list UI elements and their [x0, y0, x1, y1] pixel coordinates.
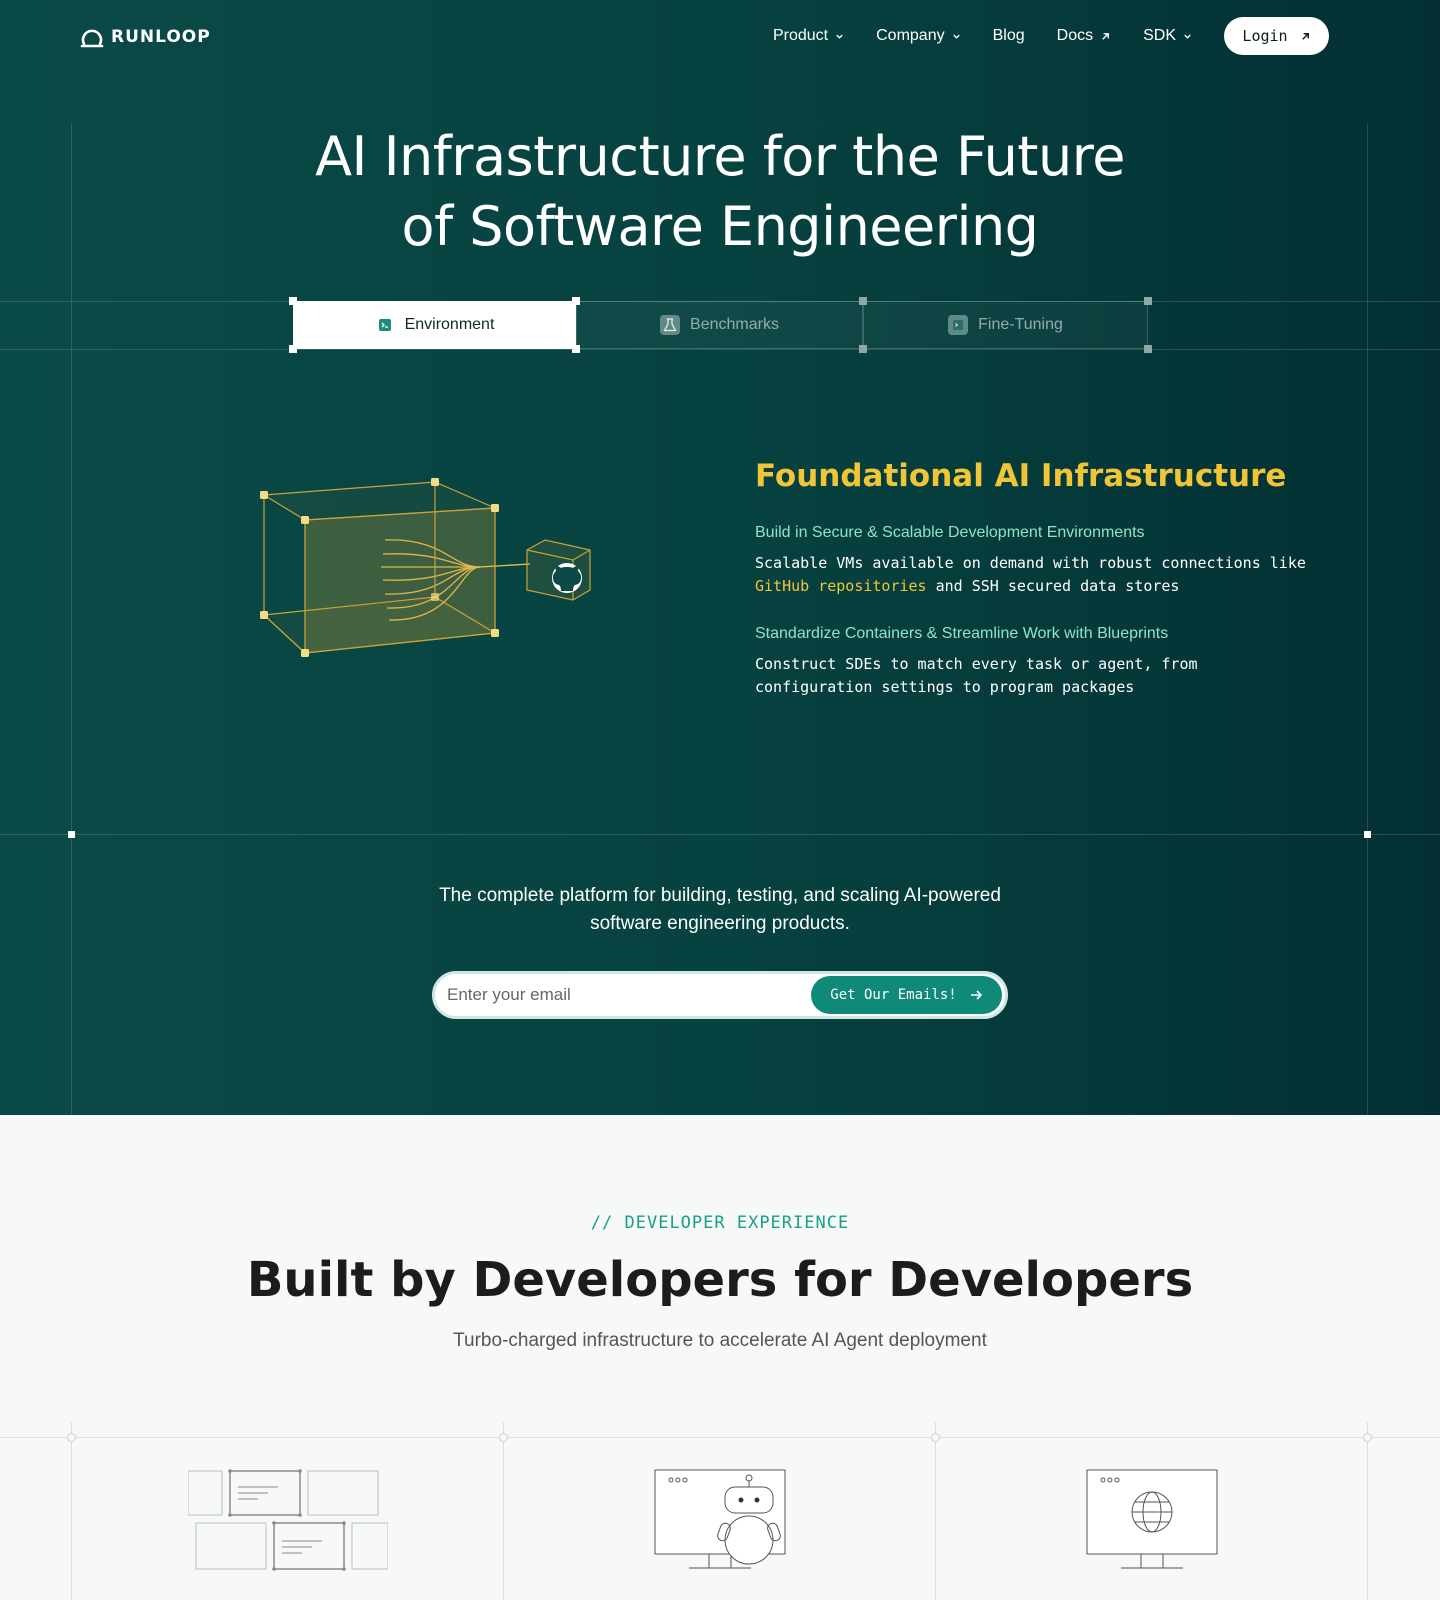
feature-subtitle: Build in Secure & Scalable Development E… [755, 524, 1145, 541]
nav-docs-label: Docs [1056, 27, 1094, 44]
login-label: Login [1242, 27, 1288, 45]
tab-environment[interactable]: Environment [293, 301, 576, 349]
card-grid-line [503, 1422, 504, 1600]
chevron-down-icon [1184, 34, 1191, 39]
feature-body-line: Scalable VMs available on demand with ro… [755, 554, 1306, 572]
grid-node [67, 1433, 76, 1442]
chevron-down-icon [836, 34, 843, 39]
login-button[interactable]: Login [1224, 17, 1329, 55]
arrow-right-icon [970, 990, 982, 1000]
grid-line [1367, 124, 1368, 1115]
section-subtitle: Turbo-charged infrastructure to accelera… [453, 1330, 987, 1351]
github-icon [526, 539, 591, 601]
card-grid-line [71, 1422, 72, 1600]
tab-handle [1144, 345, 1152, 353]
external-arrow-icon [1102, 32, 1110, 40]
feature-body-line: Construct SDEs to match every task or ag… [755, 655, 1198, 673]
tagline-line2: software engineering products. [590, 913, 850, 934]
card-grid-line [0, 1437, 1440, 1438]
runloop-logo-icon [80, 29, 104, 48]
nav-sdk[interactable]: SDK [1143, 27, 1192, 45]
brand-name: RUNLOOP [111, 27, 211, 47]
cta-label: Get Our Emails! [830, 987, 957, 1003]
tab-handle [859, 297, 867, 305]
tab-fine-tuning[interactable]: Fine-Tuning [863, 301, 1148, 349]
feature-body-rest: and SSH secured data stores [926, 577, 1180, 595]
nav-product-label: Product [772, 27, 829, 44]
grid-node [1363, 1433, 1372, 1442]
grid-line [71, 124, 72, 1115]
globe-monitor-illustration [1086, 1469, 1218, 1569]
section-title: Built by Developers for Developers [246, 1252, 1194, 1308]
hero-title-line1: AI Infrastructure for the Future [315, 125, 1125, 188]
tab-benchmarks[interactable]: Benchmarks [576, 301, 863, 349]
external-arrow-icon [1301, 32, 1309, 40]
terminal-icon [948, 315, 969, 335]
feature-title: Foundational AI Infrastructure [755, 458, 1287, 494]
tab-handle [289, 345, 297, 353]
tagline-line1: The complete platform for building, test… [439, 885, 1001, 906]
hero-title-line2: of Software Engineering [401, 195, 1039, 258]
nav-docs[interactable]: Docs [1057, 27, 1111, 45]
flask-icon [660, 315, 681, 335]
runloop-logo[interactable]: RUNLOOP [80, 26, 211, 48]
nav-product[interactable]: Product [773, 27, 844, 45]
chevron-down-icon [952, 34, 960, 39]
card-grid-line [935, 1422, 936, 1600]
terminal-icon [375, 315, 395, 335]
email-input[interactable] [447, 985, 797, 1005]
tab-handle [572, 297, 580, 305]
grid-line [0, 834, 1440, 835]
nav-blog-label: Blog [992, 27, 1025, 44]
get-emails-button[interactable]: Get Our Emails! [811, 976, 1002, 1014]
hero-section: RUNLOOP Product Company Blog Docs SDK Lo… [0, 0, 1440, 1115]
nav-company-label: Company [876, 27, 945, 44]
tab-environment-label: Environment [404, 316, 495, 333]
feature-body-line: configuration settings to program packag… [755, 678, 1135, 696]
grid-node [931, 1433, 940, 1442]
tab-handle [859, 345, 867, 353]
tab-benchmarks-label: Benchmarks [690, 316, 779, 333]
tab-fine-tuning-label: Fine-Tuning [978, 316, 1063, 333]
nav-blog[interactable]: Blog [993, 27, 1025, 45]
card-grid-line [1367, 1422, 1368, 1600]
feature-body: Scalable VMs available on demand with ro… [755, 552, 1355, 598]
tab-handle [289, 297, 297, 305]
grid-node [499, 1433, 508, 1442]
tab-handle [572, 345, 580, 353]
environment-illustration [260, 478, 591, 657]
tab-handle [1144, 297, 1152, 305]
feature-subtitle: Standardize Containers & Streamline Work… [755, 625, 1169, 642]
grid-node [68, 831, 75, 838]
platform-tagline: The complete platform for building, test… [420, 882, 1020, 938]
section-eyebrow: // DEVELOPER EXPERIENCE [590, 1213, 850, 1233]
hero-title: AI Infrastructure for the Future of Soft… [0, 122, 1440, 262]
windows-illustration [188, 1469, 388, 1571]
grid-line [0, 349, 1440, 350]
main-nav: Product Company Blog Docs SDK Login [741, 17, 1329, 55]
nav-company[interactable]: Company [876, 27, 960, 45]
grid-node [1364, 831, 1371, 838]
robot-monitor-illustration [654, 1469, 786, 1569]
feature-body: Construct SDEs to match every task or ag… [755, 653, 1355, 699]
nav-sdk-label: SDK [1143, 27, 1176, 44]
email-signup-form: Get Our Emails! [432, 971, 1008, 1019]
github-repositories-highlight: GitHub repositories [755, 577, 927, 595]
